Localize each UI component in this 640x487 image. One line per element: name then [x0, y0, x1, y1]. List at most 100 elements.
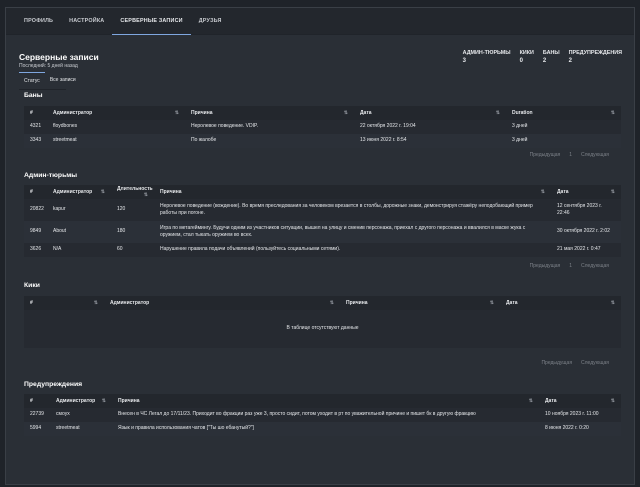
cell: kapur: [47, 199, 111, 221]
cell: N/A: [47, 243, 111, 257]
table-row: 9849 About 180 Игра по метагеймингу. Буд…: [24, 221, 621, 243]
sort-icon: ⇅: [610, 300, 615, 306]
cell: Неролевое поведение. VDIP.: [185, 120, 354, 134]
cell: About: [47, 221, 111, 243]
stat-label: КИКИ: [519, 50, 534, 56]
prev-page-button[interactable]: Предыдущая: [530, 152, 561, 158]
stat-bans: БАНЫ 2: [543, 50, 560, 64]
sort-icon: ⇅: [143, 192, 148, 198]
sort-icon: ⇅: [610, 189, 615, 195]
cell: 12 сентября 2023 г. 22:46: [551, 199, 621, 221]
table-row: 3343 streetmeat По жалобе 13 июня 2022 г…: [24, 134, 621, 148]
kicks-table: # ⇅ Администратор ⇅ Причина ⇅ Дата ⇅ В табли…: [24, 296, 621, 348]
tab-friends[interactable]: ДРУЗЬЯ: [191, 8, 230, 35]
section-title-kicks: Кики: [24, 282, 40, 289]
cell: 21 мая 2022 г. 0:47: [551, 243, 621, 257]
column-header[interactable]: Дата ⇅: [539, 394, 621, 408]
stat-label: БАНЫ: [542, 50, 560, 56]
page-title: Серверные записи: [19, 52, 99, 62]
stat-value: 2: [542, 58, 547, 64]
table-row: 4321 floydbones Неролевое поведение. VDI…: [24, 120, 621, 134]
cell: Игра по метагеймингу. Будучи одним из уч…: [154, 221, 551, 243]
page-number[interactable]: 1: [569, 152, 572, 158]
stat-warnings: ПРЕДУПРЕЖДЕНИЯ 2: [569, 50, 622, 64]
next-page-button[interactable]: Следующая: [581, 263, 609, 269]
jails-table: # Администратор ⇅ Длительность ⇅ Причина ⇅ …: [24, 185, 621, 257]
sort-icon: ⇅: [174, 110, 179, 116]
sort-icon: ⇅: [540, 189, 545, 195]
tab-server-records[interactable]: СЕРВЕРНЫЕ ЗАПИСИ: [112, 8, 191, 35]
cell: 3626: [24, 243, 47, 257]
warnings-table: # Администратор ⇅ Причина ⇅ Дата ⇅ 22739 cм…: [24, 394, 621, 436]
stat-value: 2: [568, 58, 572, 64]
column-header[interactable]: Администратор ⇅: [50, 394, 112, 408]
cell: 5994: [24, 422, 50, 436]
column-header[interactable]: Дата ⇅: [551, 185, 621, 199]
subtabs: Статус Все записи: [19, 72, 76, 90]
section-title-bans: Баны: [24, 92, 43, 99]
column-header[interactable]: Администратор ⇅: [47, 106, 185, 120]
column-header[interactable]: Причина ⇅: [340, 296, 500, 310]
sort-icon: ⇅: [93, 300, 98, 306]
subtab-status[interactable]: Статус: [19, 72, 45, 89]
stat-label: АДМИН-ТЮРЬМЫ: [462, 50, 511, 56]
records-header: Серверные записи Последний: 5 дней назад…: [6, 35, 634, 69]
cell: floydbones: [47, 120, 185, 134]
sort-icon: ⇅: [528, 398, 533, 404]
column-header[interactable]: # ⇅: [24, 296, 104, 310]
table-row: 22739 cмoyx Внесен в ЧС Легал до 17/11/2…: [24, 408, 621, 422]
column-header[interactable]: Администратор ⇅: [47, 185, 111, 199]
cell: 8 июня 2022 г. 0:20: [539, 422, 621, 436]
table-row: В таблице отсутствуют данные: [24, 310, 621, 348]
stat-value: 3: [462, 58, 466, 64]
stat-value: 0: [519, 58, 523, 64]
column-header[interactable]: Длительность ⇅: [111, 185, 154, 199]
cell: 10 ноября 2023 г. 11:00: [539, 408, 621, 422]
column-header[interactable]: Дата ⇅: [500, 296, 621, 310]
cell: Неролевое поведение (вождение). Во время…: [154, 199, 551, 221]
section-title-jails: Админ-тюрьмы: [24, 172, 78, 179]
cell: 60: [111, 243, 154, 257]
column-header[interactable]: Причина ⇅: [154, 185, 551, 199]
cell: 22739: [24, 408, 50, 422]
sort-icon: ⇅: [100, 189, 105, 195]
jails-pager: Предыдущая 1 Следующая: [530, 263, 609, 269]
column-header[interactable]: Duration ⇅: [506, 106, 621, 120]
cell: 4321: [24, 120, 47, 134]
empty-table-message: В таблице отсутствуют данные: [24, 310, 621, 348]
column-header[interactable]: #: [24, 185, 47, 199]
table-header-row: # Администратор ⇅ Длительность ⇅ Причина ⇅ …: [24, 185, 621, 199]
next-page-button[interactable]: Следующая: [581, 360, 609, 366]
cell: 20822: [24, 199, 47, 221]
table-header-row: # Администратор ⇅ Причина ⇅ Дата ⇅ Duration…: [24, 106, 621, 120]
sort-icon: ⇅: [489, 300, 494, 306]
subtab-all-records[interactable]: Все записи: [45, 72, 81, 89]
column-header[interactable]: Причина ⇅: [185, 106, 354, 120]
prev-page-button[interactable]: Предыдущая: [530, 263, 561, 269]
kicks-pager: Предыдущая Следующая: [541, 360, 609, 366]
tab-profile[interactable]: ПРОФИЛЬ: [16, 8, 61, 35]
cell: 3343: [24, 134, 47, 148]
cell: cмoyx: [50, 408, 112, 422]
column-header[interactable]: Дата ⇅: [354, 106, 506, 120]
last-record-subtitle: Последний: 5 дней назад: [19, 63, 78, 69]
cell: 9849: [24, 221, 47, 243]
cell: По жалобе: [185, 134, 354, 148]
cell: 180: [111, 221, 154, 243]
cell: 3 дней: [506, 120, 621, 134]
sort-icon: ⇅: [101, 398, 106, 404]
column-header[interactable]: Администратор ⇅: [104, 296, 340, 310]
section-title-warnings: Предупреждения: [24, 381, 83, 388]
cell: 22 октября 2022 г. 19:04: [354, 120, 506, 134]
prev-page-button[interactable]: Предыдущая: [541, 360, 572, 366]
column-header[interactable]: #: [24, 394, 50, 408]
column-header[interactable]: Причина ⇅: [112, 394, 539, 408]
page-number[interactable]: 1: [569, 263, 572, 269]
cell: 13 июня 2022 г. 8:54: [354, 134, 506, 148]
sort-icon: ⇅: [495, 110, 500, 116]
tab-settings[interactable]: НАСТРОЙКА: [61, 8, 112, 35]
table-header-row: # Администратор ⇅ Причина ⇅ Дата ⇅: [24, 394, 621, 408]
stat-kicks: КИКИ 0: [520, 50, 534, 64]
column-header[interactable]: #: [24, 106, 47, 120]
next-page-button[interactable]: Следующая: [581, 152, 609, 158]
